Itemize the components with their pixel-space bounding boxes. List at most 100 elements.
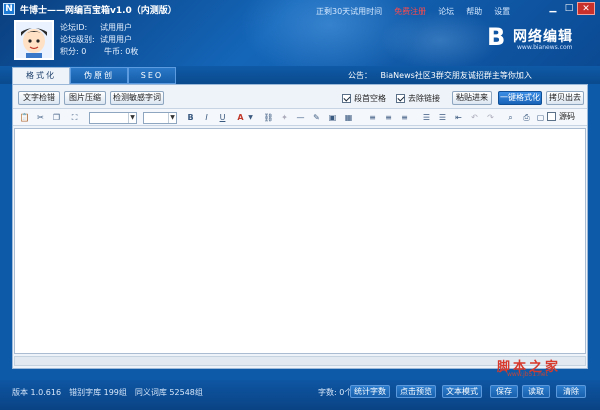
- synonym-dict-label: 同义词库 52548组: [134, 388, 203, 397]
- format-panel: 文字检错 图片压缩 检测敏感字词 段首空格 去除链接 粘贴进来 一键格式化 拷贝…: [12, 84, 588, 369]
- text-mode-button[interactable]: 文本模式: [442, 385, 482, 398]
- user-info: 论坛ID: 试用用户 论坛级别: 试用用户 积分: 0 牛币: 0枚: [60, 22, 138, 58]
- tab-format[interactable]: 格式化: [12, 67, 70, 84]
- window-title: 牛博士——网编百宝箱v1.0（内测版）: [20, 6, 177, 16]
- brand-logo-glyph: B: [487, 23, 506, 51]
- align-center-icon[interactable]: ≡: [383, 112, 394, 123]
- fullscreen-icon[interactable]: ▢: [535, 112, 546, 123]
- select-all-icon[interactable]: ⛶: [69, 112, 80, 123]
- user-level-row: 论坛级别: 试用用户: [60, 34, 138, 46]
- app-window: N 牛博士——网编百宝箱v1.0（内测版） 正剩30天试用时间 免费注册 论坛 …: [0, 0, 600, 410]
- user-level-value: 试用用户: [100, 35, 132, 44]
- settings-link[interactable]: 设置: [494, 6, 510, 17]
- copy-icon[interactable]: ❐: [51, 112, 62, 123]
- table-icon[interactable]: ▦: [343, 112, 354, 123]
- brand-logo-text: 网络编辑: [513, 29, 573, 45]
- remove-links-checkbox-box[interactable]: [396, 94, 405, 103]
- bold-icon[interactable]: B: [185, 112, 196, 123]
- user-id-value: 试用用户: [100, 23, 132, 32]
- copy-out-button[interactable]: 拷贝出去: [546, 91, 584, 105]
- maximize-icon[interactable]: □: [561, 2, 577, 15]
- brand-logo: B 网络编辑 www.bianews.com: [487, 24, 587, 54]
- app-icon: N: [3, 3, 15, 15]
- user-points-row: 积分: 0 牛币: 0枚: [60, 46, 138, 58]
- indent-checkbox-label: 段首空格: [354, 94, 386, 103]
- minimize-icon[interactable]: ▁: [545, 2, 561, 15]
- ordered-list-icon[interactable]: ☰: [421, 112, 432, 123]
- trial-days-link[interactable]: 正剩30天试用时间: [316, 6, 382, 17]
- avatar[interactable]: [14, 20, 54, 60]
- count-words-button[interactable]: 统计字数: [350, 385, 390, 398]
- announcement[interactable]: 公告： BiaNews社区3群交朋友诚招群主等你加入: [348, 70, 532, 81]
- outdent-icon[interactable]: ⇤: [453, 112, 464, 123]
- bullet-list-icon[interactable]: ☰: [437, 112, 448, 123]
- italic-icon[interactable]: I: [201, 112, 212, 123]
- action-row: 文字检错 图片压缩 检测敏感字词 段首空格 去除链接 粘贴进来 一键格式化 拷贝…: [18, 89, 584, 107]
- remove-links-checkbox[interactable]: 去除链接: [396, 93, 440, 104]
- register-link[interactable]: 免费注册: [394, 6, 426, 17]
- status-info: 版本 1.0.616 错别字库 199组 同义词库 52548组: [12, 387, 203, 398]
- header: N 牛博士——网编百宝箱v1.0（内测版） 正剩30天试用时间 免费注册 论坛 …: [0, 0, 600, 80]
- cut-icon[interactable]: ✂: [35, 112, 46, 123]
- word-count: 字数: 0个: [318, 388, 353, 397]
- user-points: 积分: 0: [60, 47, 87, 56]
- source-code-label: 源码: [559, 112, 575, 121]
- unlink-icon[interactable]: ✦: [279, 112, 290, 123]
- announcement-label: 公告：: [348, 71, 372, 80]
- forum-link[interactable]: 论坛: [438, 6, 454, 17]
- clear-button[interactable]: 清除: [556, 385, 586, 398]
- font-family-select[interactable]: ▼: [89, 112, 137, 124]
- header-glow-2: [380, 10, 500, 70]
- watermark-url: www.jb51.net: [507, 371, 548, 378]
- sensitive-words-button[interactable]: 检测敏感字词: [110, 91, 164, 105]
- chevron-down-icon: ▼: [128, 113, 136, 123]
- version-label: 版本 1.0.616: [12, 388, 62, 397]
- site-watermark: 脚本之家 www.jb51.net: [497, 356, 587, 378]
- horizontal-rule-icon[interactable]: —: [295, 112, 306, 123]
- user-id-label: 论坛ID:: [60, 23, 88, 32]
- tab-seo[interactable]: SEO: [128, 67, 176, 84]
- indent-checkbox-box[interactable]: [342, 94, 351, 103]
- font-size-select[interactable]: ▼: [143, 112, 177, 124]
- paste-icon[interactable]: 📋: [19, 112, 30, 123]
- title-bar[interactable]: N 牛博士——网编百宝箱v1.0（内测版） 正剩30天试用时间 免费注册 论坛 …: [0, 0, 600, 18]
- help-link[interactable]: 帮助: [466, 6, 482, 17]
- spellcheck-button[interactable]: 文字检错: [18, 91, 60, 105]
- avatar-face-icon: [16, 22, 52, 58]
- align-right-icon[interactable]: ≡: [399, 112, 410, 123]
- remove-links-checkbox-label: 去除链接: [408, 94, 440, 103]
- find-icon[interactable]: ⌕: [505, 112, 516, 123]
- editor-area[interactable]: [14, 128, 586, 354]
- save-button[interactable]: 保存: [490, 385, 518, 398]
- underline-icon[interactable]: U: [217, 112, 228, 123]
- source-code-toggle[interactable]: 源码: [547, 111, 575, 122]
- status-bar: 版本 1.0.616 错别字库 199组 同义词库 52548组 字数: 0个 …: [0, 380, 600, 410]
- brand-logo-url: www.bianews.com: [517, 44, 573, 51]
- preview-button[interactable]: 点击预览: [396, 385, 436, 398]
- chevron-down-icon: ▼: [168, 113, 176, 123]
- user-id-row: 论坛ID: 试用用户: [60, 22, 138, 34]
- user-level-label: 论坛级别:: [60, 35, 95, 44]
- window-controls: ▁ □ ✕: [545, 2, 595, 15]
- typo-dict-label: 错别字库 199组: [69, 388, 127, 397]
- chevron-down-icon[interactable]: ▼: [245, 112, 256, 123]
- undo-icon[interactable]: ↶: [469, 112, 480, 123]
- load-button[interactable]: 读取: [522, 385, 550, 398]
- indent-checkbox[interactable]: 段首空格: [342, 93, 386, 104]
- top-links: 正剩30天试用时间 免费注册 论坛 帮助 设置: [316, 6, 510, 17]
- paste-in-button[interactable]: 粘贴进来: [452, 91, 492, 105]
- eraser-icon[interactable]: ✎: [311, 112, 322, 123]
- tab-rewrite[interactable]: 伪原创: [70, 67, 128, 84]
- one-click-format-button[interactable]: 一键格式化: [498, 91, 542, 105]
- link-icon[interactable]: ⛓: [263, 112, 274, 123]
- close-icon[interactable]: ✕: [577, 2, 595, 15]
- editor-toolbar: 📋 ✂ ❐ ⛶ ▼ ▼ B I U A ▼ ⛓ ✦ — ✎ ▣ ▦ ≡ ≡ ≡ …: [13, 108, 587, 126]
- announcement-text: BiaNews社区3群交朋友诚招群主等你加入: [380, 71, 532, 80]
- redo-icon[interactable]: ↷: [485, 112, 496, 123]
- image-icon[interactable]: ▣: [327, 112, 338, 123]
- source-code-checkbox[interactable]: [547, 112, 556, 121]
- align-left-icon[interactable]: ≡: [367, 112, 378, 123]
- user-coins: 牛币: 0枚: [104, 47, 139, 56]
- image-compress-button[interactable]: 图片压缩: [64, 91, 106, 105]
- print-icon[interactable]: ⎙: [521, 112, 532, 123]
